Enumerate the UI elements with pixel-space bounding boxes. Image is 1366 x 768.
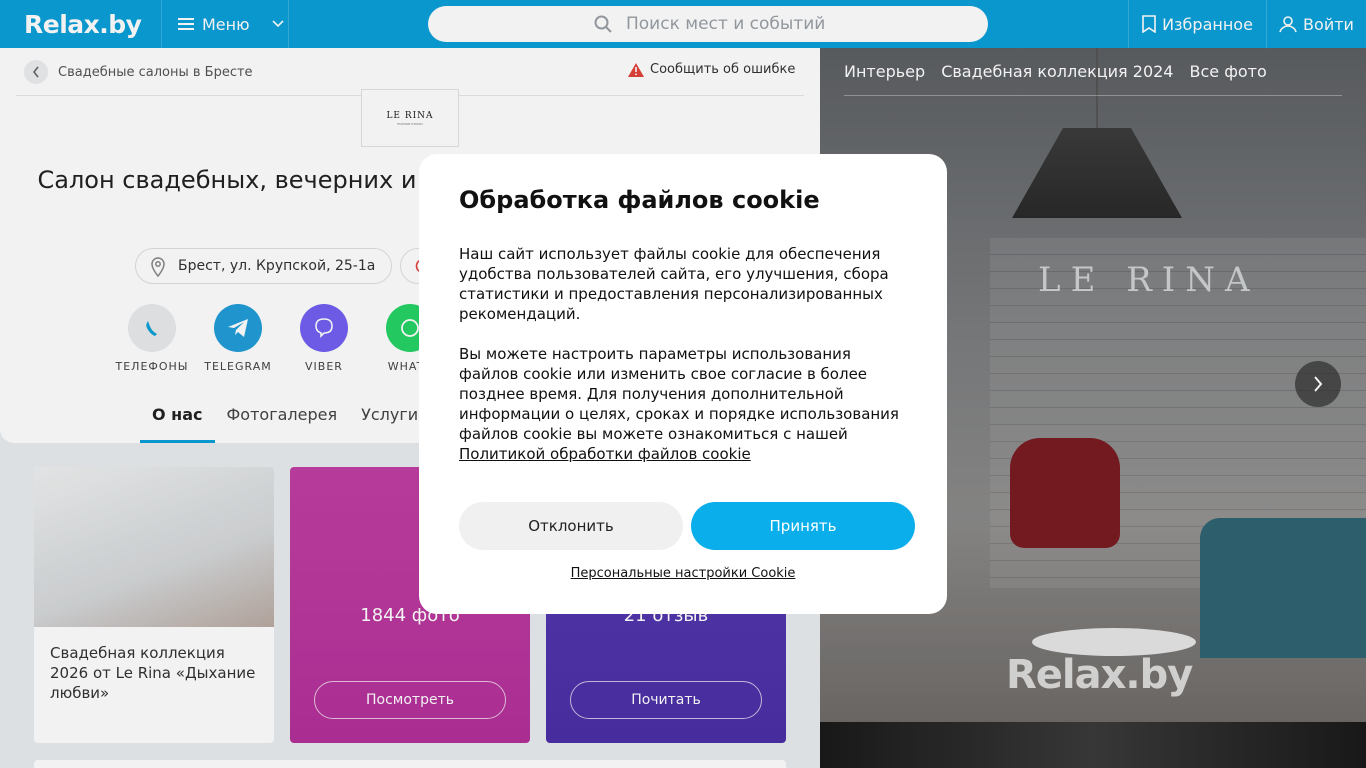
cookie-paragraph-2-text: Вы можете настроить параметры использова… (459, 345, 899, 443)
cookie-modal-title: Обработка файлов cookie (459, 186, 820, 214)
cookie-actions: Отклонить Принять (459, 502, 915, 550)
cookie-modal: Обработка файлов cookie Наш сайт использ… (419, 154, 947, 614)
personal-cookie-settings-link[interactable]: Персональные настройки Cookie (419, 566, 947, 581)
cookie-paragraph-1: Наш сайт использует файлы cookie для обе… (459, 245, 889, 323)
accept-button[interactable]: Принять (691, 502, 915, 550)
cookie-policy-link[interactable]: Политикой обработки файлов cookie (459, 445, 751, 463)
cookie-paragraph-2: Вы можете настроить параметры использова… (459, 344, 907, 464)
decline-button[interactable]: Отклонить (459, 502, 683, 550)
